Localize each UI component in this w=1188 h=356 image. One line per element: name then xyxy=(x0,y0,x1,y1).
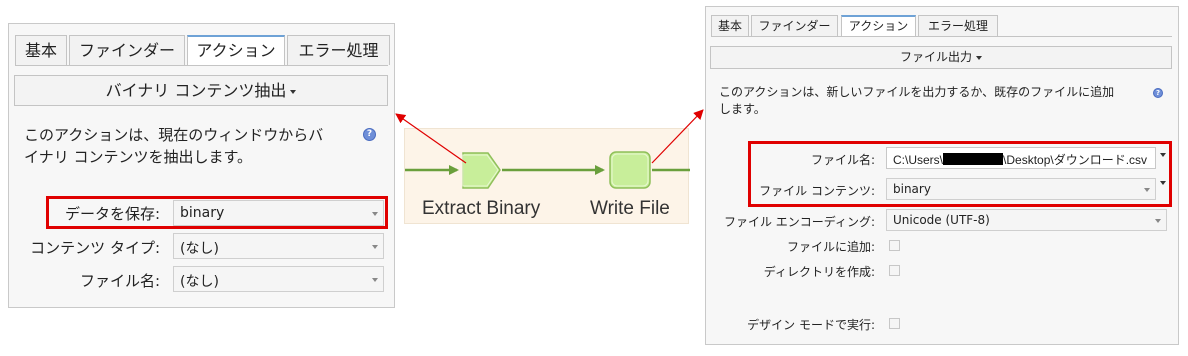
left-content-type-value: (なし) xyxy=(180,241,219,257)
right-tab-underline xyxy=(711,36,1172,37)
create-directory-checkbox[interactable] xyxy=(889,265,900,276)
right-tab-basic[interactable]: 基本 xyxy=(711,15,749,36)
workflow-diagram: Extract Binary Write File xyxy=(404,128,690,224)
write-file-node[interactable] xyxy=(609,151,651,189)
right-encoding-label: ファイル エンコーディング: xyxy=(723,215,875,229)
design-mode-checkbox[interactable] xyxy=(889,318,900,329)
dropdown-arrow-icon xyxy=(372,278,378,282)
chevron-down-icon xyxy=(290,89,297,94)
right-fields-highlight xyxy=(748,141,1172,207)
left-tab-finder[interactable]: ファインダー xyxy=(69,35,185,65)
left-tab-action[interactable]: アクション xyxy=(187,35,285,65)
left-tab-basic[interactable]: 基本 xyxy=(15,35,67,65)
right-tab-bar: 基本 ファインダー アクション エラー処理 xyxy=(711,15,998,36)
right-tab-finder[interactable]: ファインダー xyxy=(751,15,838,36)
right-encoding-select[interactable]: Unicode (UTF-8) xyxy=(886,209,1167,231)
right-action-dropdown[interactable]: ファイル出力 xyxy=(710,46,1172,69)
left-tab-bar: 基本 ファインダー アクション エラー処理 xyxy=(15,35,390,65)
left-save-data-highlight xyxy=(46,196,388,229)
left-file-name-select[interactable]: (なし) xyxy=(173,266,384,292)
left-content-type-label: コンテンツ タイプ: xyxy=(30,239,160,257)
left-tab-error-handling[interactable]: エラー処理 xyxy=(287,35,390,65)
extract-binary-node[interactable] xyxy=(462,152,501,189)
right-action-label: ファイル出力 xyxy=(899,50,972,64)
help-icon[interactable]: ? xyxy=(363,128,376,141)
right-tab-error-handling[interactable]: エラー処理 xyxy=(918,15,998,36)
dropdown-arrow-icon xyxy=(1155,219,1161,223)
left-action-label: バイナリ コンテンツ抽出 xyxy=(105,81,287,100)
left-tab-underline xyxy=(15,65,388,66)
right-design-mode-label: デザイン モードで実行: xyxy=(747,318,875,332)
right-encoding-value: Unicode (UTF-8) xyxy=(893,213,990,227)
extract-binary-label: Extract Binary xyxy=(422,198,541,219)
left-content-type-select[interactable]: (なし) xyxy=(173,233,384,259)
append-checkbox[interactable] xyxy=(889,240,900,251)
help-icon[interactable]: ? xyxy=(1153,88,1163,98)
chevron-down-icon xyxy=(976,55,982,60)
right-create-dir-label: ディレクトリを作成: xyxy=(763,265,875,279)
right-description: このアクションは、新しいファイルを出力するか、既存のファイルに追加 します。 xyxy=(719,85,1115,117)
left-file-name-label: ファイル名: xyxy=(79,272,160,290)
left-action-dropdown[interactable]: バイナリ コンテンツ抽出 xyxy=(14,75,388,106)
dropdown-arrow-icon xyxy=(372,245,378,249)
write-file-label: Write File xyxy=(590,198,670,219)
right-tab-action[interactable]: アクション xyxy=(841,15,916,36)
left-description: このアクションは、現在のウィンドウからバ イナリ コンテンツを抽出します。 xyxy=(24,126,324,166)
left-file-name-value: (なし) xyxy=(180,274,219,290)
right-append-label: ファイルに追加: xyxy=(786,240,875,254)
